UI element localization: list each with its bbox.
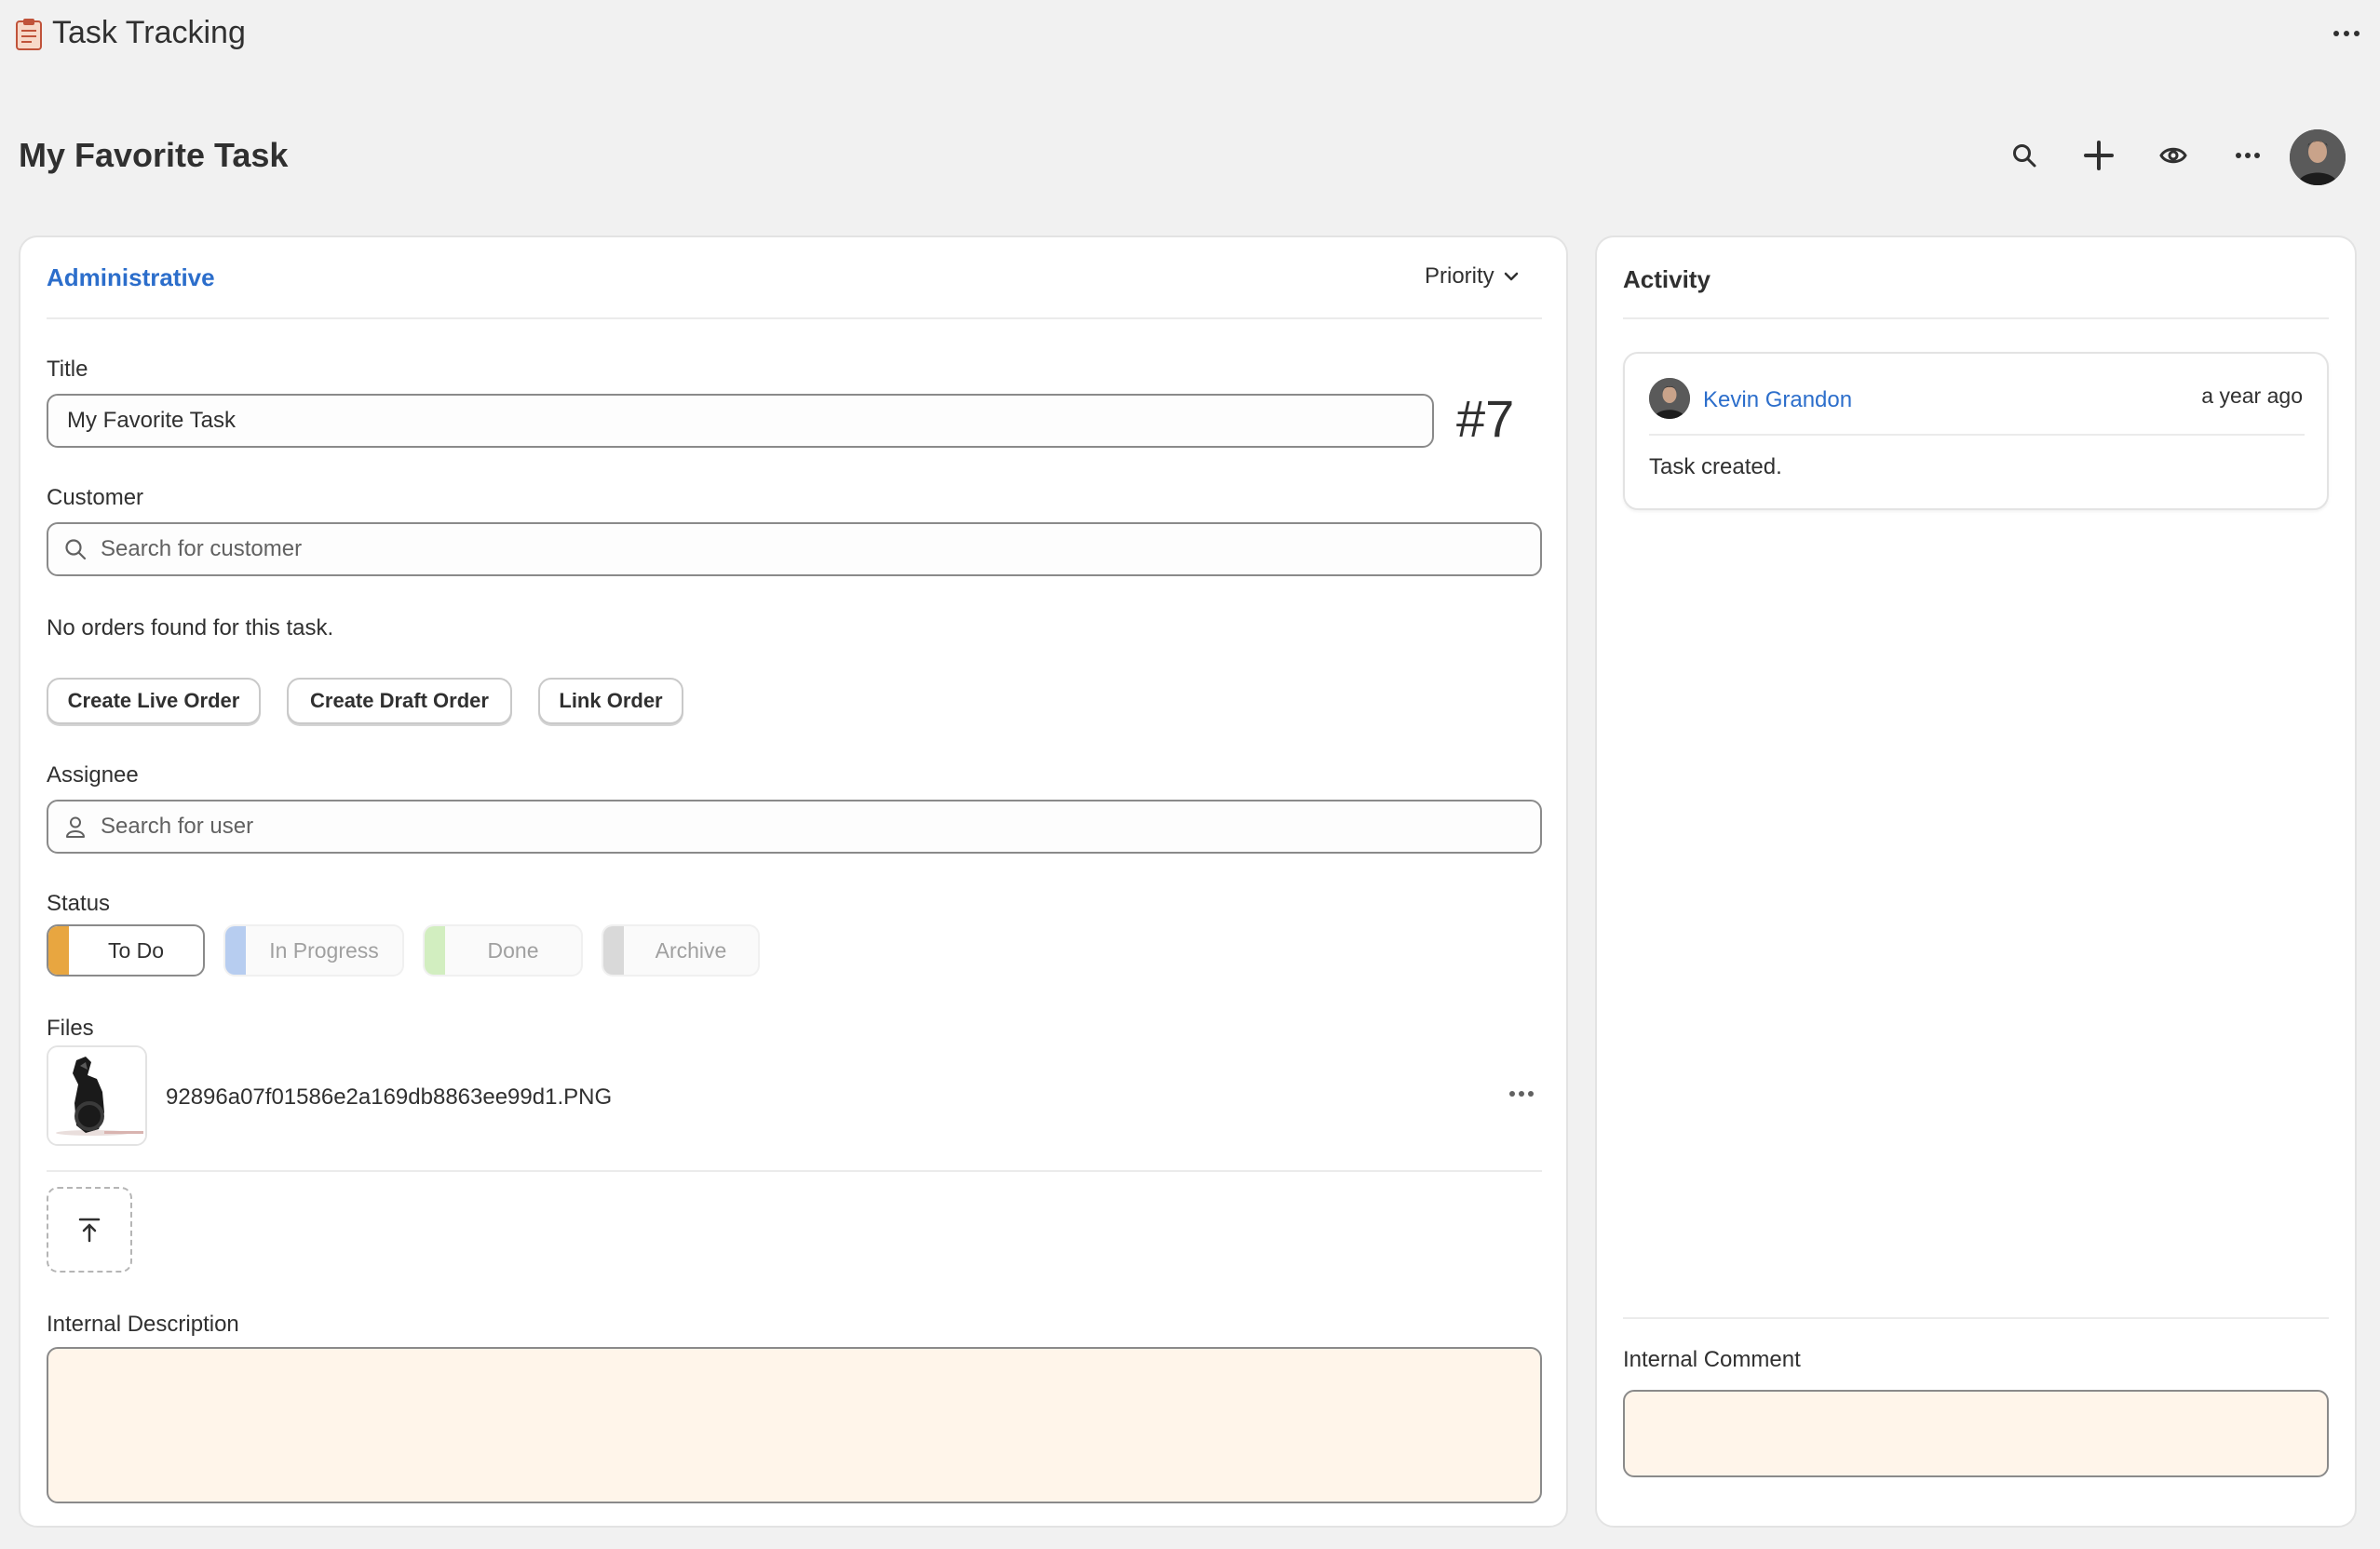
link-order-button[interactable]: Link Order	[538, 678, 683, 724]
status-label: Status	[47, 891, 111, 916]
status-option-label: In Progress	[269, 937, 379, 963]
avatar	[1649, 378, 1690, 419]
header-divider	[47, 317, 1542, 319]
assignee-search-input[interactable]: Search for user	[47, 800, 1542, 854]
activity-text: Task created.	[1649, 454, 1782, 479]
customer-placeholder: Search for customer	[101, 536, 303, 561]
customer-label: Customer	[47, 485, 144, 510]
avatar[interactable]	[2290, 129, 2346, 185]
status-color-bar	[603, 926, 624, 975]
activity-timestamp: a year ago	[2201, 384, 2303, 408]
status-color-bar	[425, 926, 445, 975]
internal-comment-textarea[interactable]	[1623, 1390, 2329, 1477]
activity-user-link[interactable]: Kevin Grandon	[1703, 387, 1852, 413]
orders-empty-message: No orders found for this task.	[47, 615, 334, 640]
activity-card: Activity Kevin Grandon a year ago Task c…	[1595, 236, 2357, 1528]
task-number: #7	[1456, 389, 1515, 448]
files-divider	[47, 1170, 1542, 1172]
priority-dropdown[interactable]: Priority	[1425, 263, 1519, 290]
status-color-bar	[48, 926, 69, 975]
status-color-bar	[225, 926, 246, 975]
status-option-label: Done	[487, 937, 539, 963]
upload-file-button[interactable]	[47, 1187, 132, 1273]
status-option-archive[interactable]: Archive	[602, 924, 760, 977]
title-input[interactable]: My Favorite Task	[47, 394, 1434, 448]
task-details-card: Administrative Priority Title My Favorit…	[19, 236, 1568, 1528]
page-title: My Favorite Task	[19, 136, 289, 174]
internal-description-label: Internal Description	[47, 1312, 239, 1337]
search-icon	[2011, 142, 2037, 168]
activity-entry: Kevin Grandon a year ago Task created.	[1623, 352, 2329, 510]
search-button[interactable]	[2001, 132, 2048, 179]
create-live-order-button[interactable]: Create Live Order	[47, 678, 261, 724]
add-button[interactable]	[2076, 132, 2122, 179]
status-option-in-progress[interactable]: In Progress	[223, 924, 404, 977]
watch-button[interactable]	[2150, 132, 2197, 179]
internal-description-textarea[interactable]	[47, 1347, 1542, 1503]
title-value: My Favorite Task	[67, 408, 236, 433]
comment-divider	[1623, 1317, 2329, 1319]
app-more-icon[interactable]	[2328, 22, 2365, 45]
customer-search-input[interactable]: Search for customer	[47, 522, 1542, 576]
internal-comment-label: Internal Comment	[1623, 1347, 1801, 1372]
search-icon	[63, 537, 88, 561]
files-label: Files	[47, 1016, 94, 1041]
activity-title: Activity	[1623, 265, 1711, 293]
status-option-label: To Do	[107, 937, 165, 963]
status-option-done[interactable]: Done	[423, 924, 583, 977]
user-icon	[63, 815, 88, 839]
activity-divider	[1623, 317, 2329, 319]
chevron-down-icon	[1504, 272, 1519, 281]
status-option-label: Archive	[655, 937, 727, 963]
priority-label: Priority	[1425, 263, 1494, 289]
app-title: Task Tracking	[52, 15, 246, 50]
more-actions-button[interactable]	[2224, 132, 2271, 179]
status-option-to-do[interactable]: To Do	[47, 924, 205, 977]
title-label: Title	[47, 357, 88, 382]
clipboard-icon	[15, 18, 43, 51]
assignee-placeholder: Search for user	[101, 814, 254, 839]
upload-icon	[77, 1217, 101, 1243]
file-thumbnail[interactable]	[47, 1045, 147, 1146]
entry-divider	[1649, 434, 2305, 436]
task-category-link[interactable]: Administrative	[47, 263, 215, 292]
file-more-icon[interactable]	[1503, 1083, 1540, 1105]
file-name[interactable]: 92896a07f01586e2a169db8863ee99d1.PNG	[166, 1084, 612, 1111]
create-draft-order-button[interactable]: Create Draft Order	[287, 678, 512, 724]
plus-icon	[2083, 140, 2115, 171]
eye-icon	[2159, 145, 2187, 166]
more-icon	[2235, 152, 2261, 159]
assignee-label: Assignee	[47, 762, 139, 788]
